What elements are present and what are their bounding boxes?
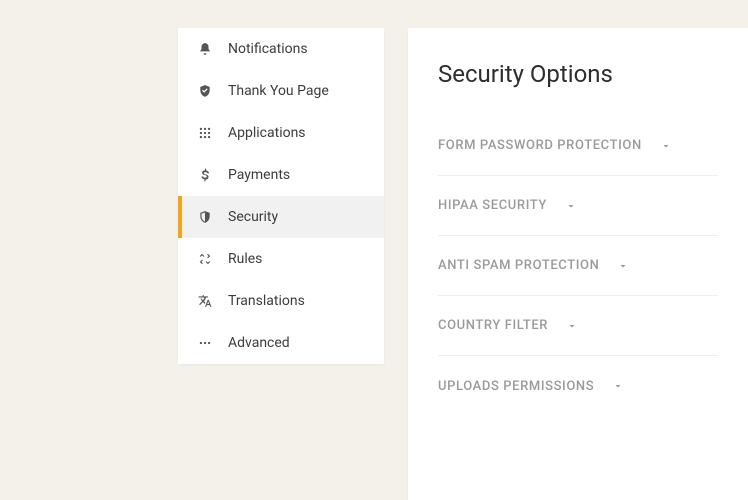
option-label: HIPAA SECURITY — [438, 198, 547, 213]
sidebar-item-label: Translations — [228, 293, 305, 309]
sidebar-item-label: Payments — [228, 167, 290, 183]
sidebar-item-payments[interactable]: Payments — [178, 154, 384, 196]
sidebar-item-label: Applications — [228, 125, 306, 141]
sidebar-item-label: Thank You Page — [228, 83, 329, 99]
sidebar-item-thankyou[interactable]: Thank You Page — [178, 70, 384, 112]
dots-icon — [196, 334, 214, 352]
sidebar-item-security[interactable]: Security — [178, 196, 384, 238]
option-uploads-permissions[interactable]: UPLOADS PERMISSIONS — [438, 356, 718, 416]
chevron-down-icon — [565, 200, 577, 212]
option-anti-spam[interactable]: ANTI SPAM PROTECTION — [438, 236, 718, 296]
option-label: ANTI SPAM PROTECTION — [438, 258, 599, 273]
chevron-down-icon — [617, 260, 629, 272]
option-country-filter[interactable]: COUNTRY FILTER — [438, 296, 718, 356]
chevron-down-icon — [566, 320, 578, 332]
rules-icon — [196, 250, 214, 268]
option-label: UPLOADS PERMISSIONS — [438, 379, 594, 394]
option-label: FORM PASSWORD PROTECTION — [438, 138, 642, 153]
sidebar-item-rules[interactable]: Rules — [178, 238, 384, 280]
settings-sidebar: Notifications Thank You Page Application… — [178, 28, 384, 364]
sidebar-item-advanced[interactable]: Advanced — [178, 322, 384, 364]
sidebar-item-label: Rules — [228, 251, 262, 267]
chevron-down-icon — [612, 380, 624, 392]
option-label: COUNTRY FILTER — [438, 318, 548, 333]
shield-icon — [196, 208, 214, 226]
sidebar-item-applications[interactable]: Applications — [178, 112, 384, 154]
sidebar-item-label: Advanced — [228, 335, 290, 351]
shield-check-icon — [196, 82, 214, 100]
translate-icon — [196, 292, 214, 310]
dollar-icon — [196, 166, 214, 184]
page-title: Security Options — [438, 60, 718, 88]
bell-icon — [196, 40, 214, 58]
chevron-down-icon — [660, 140, 672, 152]
sidebar-item-notifications[interactable]: Notifications — [178, 28, 384, 70]
main-panel: Security Options FORM PASSWORD PROTECTIO… — [408, 28, 748, 500]
option-hipaa[interactable]: HIPAA SECURITY — [438, 176, 718, 236]
sidebar-item-translations[interactable]: Translations — [178, 280, 384, 322]
sidebar-item-label: Security — [228, 209, 278, 225]
sidebar-item-label: Notifications — [228, 41, 308, 57]
option-form-password[interactable]: FORM PASSWORD PROTECTION — [438, 116, 718, 176]
grid-icon — [196, 124, 214, 142]
